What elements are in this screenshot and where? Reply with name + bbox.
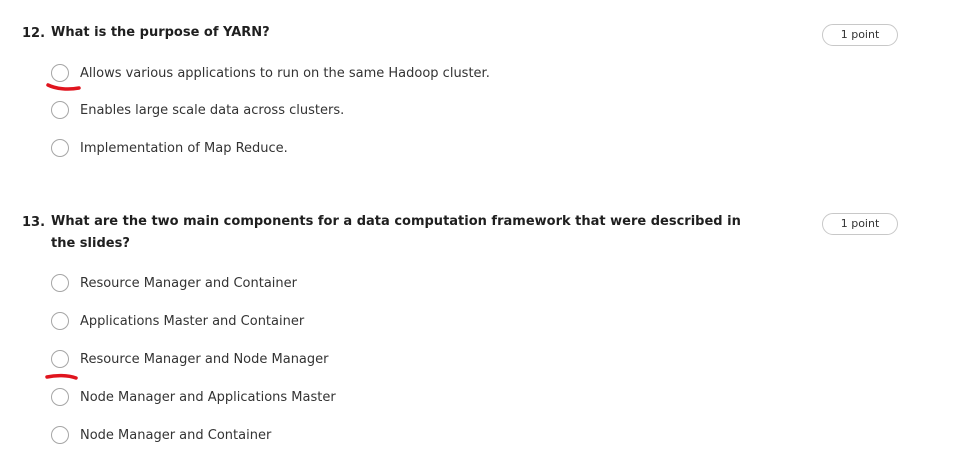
- option-radio-item[interactable]: Implementation of Map Reduce.: [51, 137, 288, 159]
- points-badge: 1 point: [822, 24, 898, 46]
- option-radio-item[interactable]: Allows various applications to run on th…: [51, 62, 490, 84]
- radio-button[interactable]: [51, 139, 69, 157]
- points-badge: 1 point: [822, 213, 898, 235]
- radio-button[interactable]: [51, 274, 69, 292]
- radio-button[interactable]: [51, 426, 69, 444]
- radio-button[interactable]: [51, 350, 69, 368]
- option-radio-item[interactable]: Node Manager and Applications Master: [51, 386, 336, 408]
- option-label: Enables large scale data across clusters…: [80, 102, 345, 118]
- question-prompt: What is the purpose of YARN?: [51, 25, 270, 40]
- question-prompt: What are the two main components for a d…: [51, 214, 741, 251]
- radio-button[interactable]: [51, 312, 69, 330]
- radio-button[interactable]: [51, 388, 69, 406]
- question-number: 12.: [22, 26, 46, 41]
- option-label: Resource Manager and Node Manager: [80, 351, 329, 367]
- option-radio-item[interactable]: Resource Manager and Container: [51, 272, 297, 294]
- option-label: Node Manager and Container: [80, 427, 272, 443]
- option-label: Node Manager and Applications Master: [80, 389, 336, 405]
- option-label: Resource Manager and Container: [80, 275, 297, 291]
- option-label: Applications Master and Container: [80, 313, 305, 329]
- annotation-underline: [46, 83, 81, 91]
- option-radio-item[interactable]: Enables large scale data across clusters…: [51, 99, 344, 121]
- question-number: 13.: [22, 215, 46, 230]
- option-label: Implementation of Map Reduce.: [80, 140, 288, 156]
- option-label: Allows various applications to run on th…: [80, 65, 490, 81]
- option-radio-item[interactable]: Node Manager and Container: [51, 424, 271, 446]
- annotation-underline: [45, 373, 78, 380]
- option-radio-item[interactable]: Applications Master and Container: [51, 310, 304, 332]
- radio-button[interactable]: [51, 101, 69, 119]
- option-radio-item[interactable]: Resource Manager and Node Manager: [51, 348, 329, 370]
